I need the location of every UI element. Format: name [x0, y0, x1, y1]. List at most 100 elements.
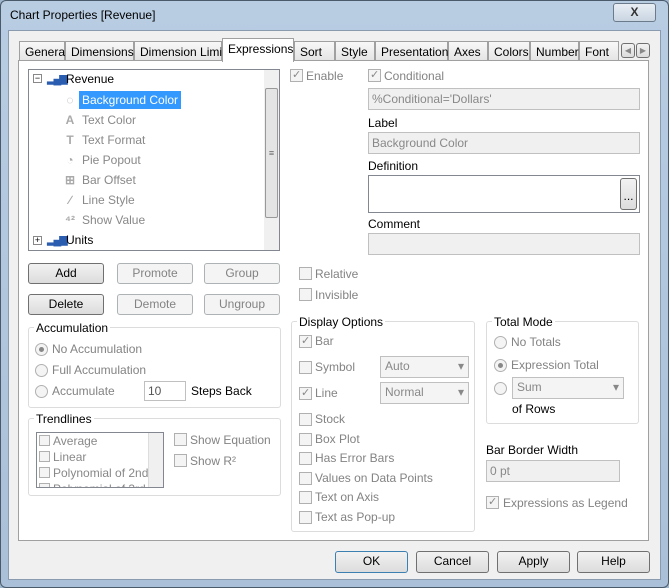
expand-icon[interactable]: +: [33, 236, 42, 245]
tab-1[interactable]: Dimensions: [65, 41, 134, 61]
close-button[interactable]: X: [613, 3, 656, 22]
symbol-checkbox[interactable]: [299, 361, 312, 374]
expressions-as-legend-checkbox[interactable]: [486, 495, 499, 509]
cancel-button[interactable]: Cancel: [416, 551, 489, 573]
demote-button[interactable]: Demote: [117, 294, 193, 315]
definition-field[interactable]: [368, 175, 640, 213]
show-r2-checkbox[interactable]: [174, 454, 187, 467]
tree-item[interactable]: Line Style: [79, 191, 138, 209]
no-accumulation-radio[interactable]: [35, 343, 48, 356]
trendline-label: Linear: [53, 450, 87, 464]
trendlines-list[interactable]: Average Linear Polynomial of 2nd d Polynomi…: [36, 432, 164, 488]
display-options-title: Display Options: [297, 315, 386, 329]
sum-radio[interactable]: [494, 382, 507, 395]
text-on-axis-label: Text on Axis: [315, 490, 380, 504]
help-button[interactable]: Help: [577, 551, 650, 573]
bar-checkbox[interactable]: [299, 334, 312, 348]
full-accumulation-radio[interactable]: [35, 364, 48, 377]
tree-item-icon: ◔: [66, 153, 74, 167]
box-plot-checkbox[interactable]: [299, 433, 312, 446]
label-title: Label: [368, 116, 398, 130]
no-totals-radio[interactable]: [494, 336, 507, 349]
tree-item[interactable]: Text Color: [79, 111, 139, 129]
tree-item[interactable]: Bar Offset: [79, 171, 139, 189]
label-field[interactable]: Background Color: [368, 132, 640, 154]
accumulation-title: Accumulation: [34, 321, 111, 335]
trendline-label: Polynomial of 2nd d: [53, 466, 159, 480]
trendline-item[interactable]: Polynomial of 3rd d: [37, 481, 163, 487]
tree-item[interactable]: Background Color: [79, 91, 182, 109]
full-accumulation-label: Full Accumulation: [52, 363, 147, 377]
tab-7[interactable]: Axes: [448, 41, 488, 61]
error-bars-checkbox[interactable]: [299, 452, 312, 465]
steps-back-label: Steps Back: [191, 384, 252, 398]
tree-item[interactable]: Show Value: [79, 211, 148, 229]
promote-button[interactable]: Promote: [117, 263, 193, 284]
comment-title: Comment: [368, 217, 421, 231]
tree-item-icon: ⊞: [64, 173, 76, 187]
steps-back-stepper[interactable]: 10: [144, 381, 186, 401]
line-checkbox[interactable]: [299, 386, 312, 400]
tree-root[interactable]: Revenue: [66, 72, 114, 86]
tree-item[interactable]: Text Format: [79, 131, 148, 149]
enable-checkbox[interactable]: [290, 68, 303, 82]
bar-border-width-field[interactable]: 0 pt: [486, 460, 620, 482]
values-on-points-checkbox[interactable]: [299, 472, 312, 485]
add-button[interactable]: Add: [28, 263, 104, 284]
text-on-axis-checkbox[interactable]: [299, 491, 312, 504]
apply-button[interactable]: Apply: [497, 551, 570, 573]
no-totals-label: No Totals: [511, 335, 561, 349]
tab-scroll-right-icon[interactable]: ▶: [636, 43, 650, 58]
tree-scrollbar[interactable]: ≡: [264, 70, 279, 250]
definition-edit-button[interactable]: ...: [620, 178, 637, 210]
trendline-item[interactable]: Linear: [37, 449, 163, 465]
of-rows-label: of Rows: [512, 402, 556, 416]
accumulate-radio[interactable]: [35, 385, 48, 398]
conditional-checkbox[interactable]: [368, 68, 381, 82]
expression-total-radio[interactable]: [494, 359, 507, 372]
tree-item-icon: A: [65, 113, 75, 127]
tab-0[interactable]: General: [19, 41, 68, 61]
tree-item-icon: T: [66, 133, 74, 147]
show-equation-label: Show Equation: [190, 433, 271, 447]
trendline-item[interactable]: Average: [37, 433, 163, 449]
invisible-checkbox[interactable]: [299, 288, 312, 301]
expression-total-label: Expression Total: [511, 358, 599, 372]
relative-label: Relative: [315, 267, 359, 281]
comment-field[interactable]: [368, 233, 640, 255]
tab-3[interactable]: Expressions: [222, 38, 294, 62]
trendline-item[interactable]: Polynomial of 2nd d: [37, 465, 163, 481]
ungroup-button[interactable]: Ungroup: [204, 294, 280, 315]
trendlines-scrollbar[interactable]: [148, 433, 163, 487]
total-function-select[interactable]: Sum: [512, 377, 624, 399]
values-on-points-label: Values on Data Points: [315, 471, 433, 485]
tab-9[interactable]: Number: [530, 41, 579, 61]
tab-scroll-left-icon[interactable]: ◀: [621, 43, 635, 58]
tab-6[interactable]: Presentation: [375, 41, 448, 61]
total-mode-title: Total Mode: [492, 315, 555, 329]
chart-bar-icon: ▂▄▆: [47, 234, 68, 246]
ok-button[interactable]: OK: [335, 551, 408, 573]
delete-button[interactable]: Delete: [28, 294, 104, 315]
tab-5[interactable]: Style: [335, 41, 375, 61]
chart-bar-icon: ▂▄▆: [47, 73, 68, 85]
tab-8[interactable]: Colors: [488, 41, 530, 61]
tree-item-icon: ◌: [66, 93, 74, 107]
tab-4[interactable]: Sort: [294, 41, 335, 61]
conditional-field[interactable]: %Conditional='Dollars': [368, 88, 640, 110]
symbol-select[interactable]: Auto: [380, 356, 469, 378]
show-equation-checkbox[interactable]: [174, 433, 187, 446]
text-popup-checkbox[interactable]: [299, 511, 312, 524]
collapse-icon[interactable]: −: [33, 74, 42, 83]
tree-units[interactable]: Units: [66, 233, 93, 247]
tab-10[interactable]: Font: [579, 41, 619, 61]
tree-item[interactable]: Pie Popout: [79, 151, 144, 169]
definition-title: Definition: [368, 159, 419, 173]
stock-checkbox[interactable]: [299, 413, 312, 426]
tab-2[interactable]: Dimension Limits: [134, 41, 231, 61]
line-style-select[interactable]: Normal: [380, 382, 469, 404]
group-button[interactable]: Group: [204, 263, 280, 284]
trendlines-title: Trendlines: [34, 412, 94, 426]
relative-checkbox[interactable]: [299, 267, 312, 280]
accumulate-label: Accumulate: [52, 384, 115, 398]
